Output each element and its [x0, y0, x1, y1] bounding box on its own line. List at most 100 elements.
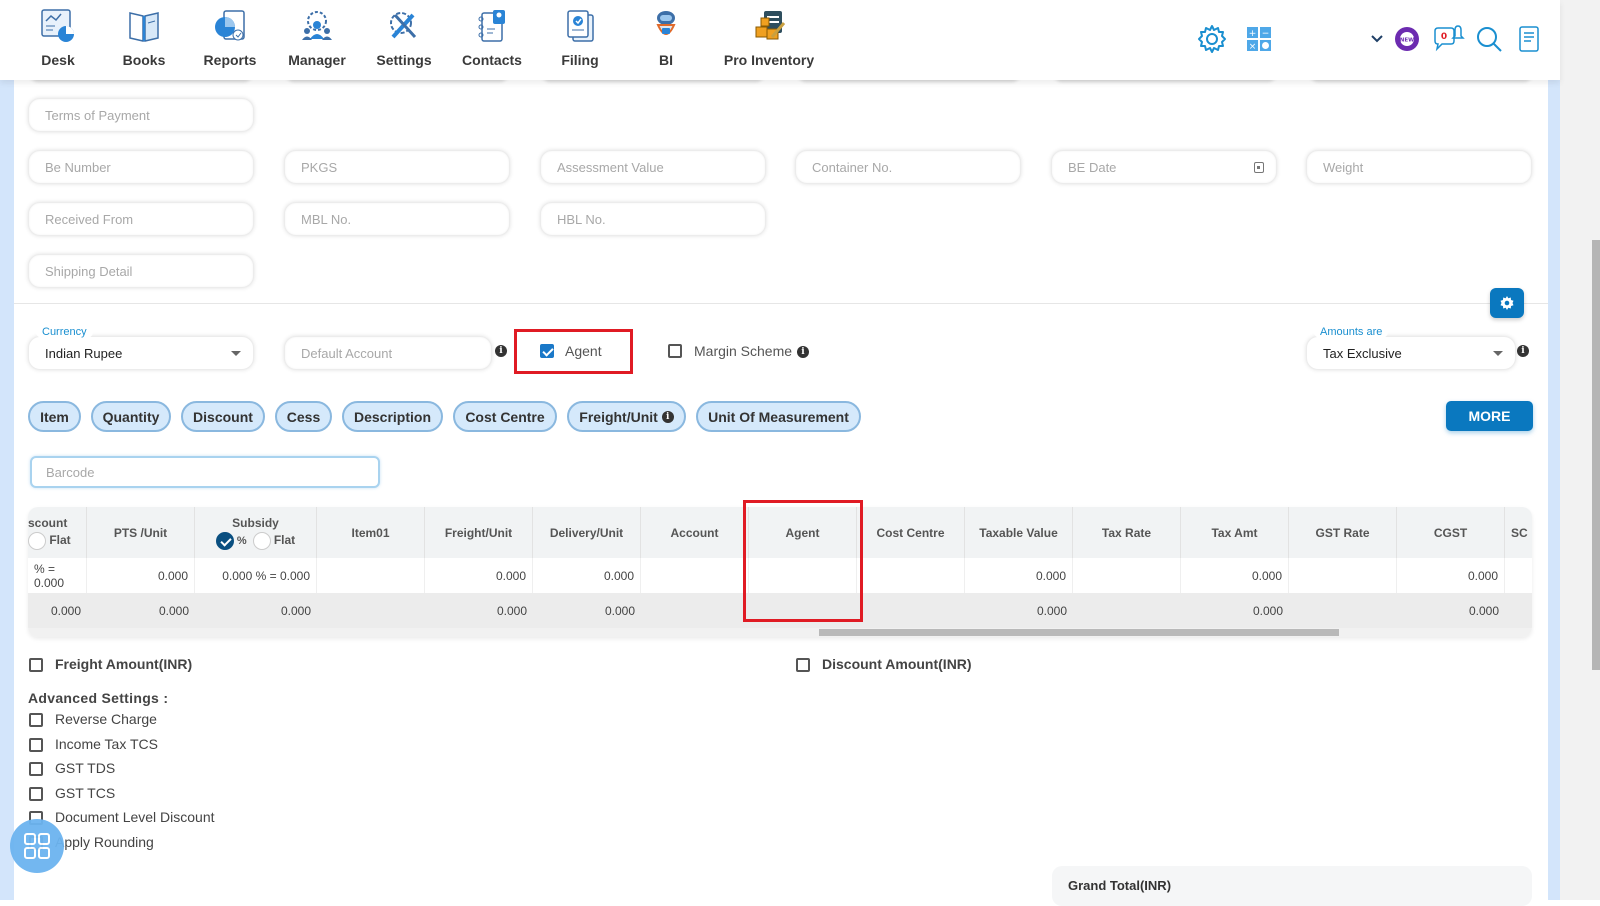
table-cell[interactable]: 0.000 % = 0.000 — [195, 558, 317, 593]
shipping-detail-field[interactable] — [28, 254, 254, 288]
info-icon[interactable]: i — [1517, 345, 1529, 357]
received-from-input[interactable] — [29, 203, 253, 235]
chip-label: Cess — [286, 408, 321, 425]
gst-tds-checkbox[interactable] — [29, 762, 43, 776]
container-no-input[interactable] — [796, 151, 1020, 183]
be-date-input[interactable] — [1052, 151, 1276, 183]
pkgs-input[interactable] — [285, 151, 509, 183]
total-cell — [1073, 593, 1181, 628]
notification-icon[interactable]: 0 — [1432, 22, 1466, 56]
table-cell[interactable]: % = 0.000 — [28, 558, 87, 593]
table-cell[interactable] — [641, 558, 749, 593]
currency-select[interactable]: Indian Rupee — [28, 336, 254, 370]
horizontal-scrollbar-track[interactable] — [28, 628, 1532, 637]
chip-quantity[interactable]: Quantity — [91, 401, 171, 432]
table-cell[interactable]: 0.000 — [87, 558, 195, 593]
nav-books-label: Books — [122, 52, 166, 68]
table-cell[interactable]: 0.000 — [533, 558, 641, 593]
hbl-no-field[interactable] — [540, 202, 766, 236]
gst-tcs-checkbox[interactable] — [29, 787, 43, 801]
table-cell-agent[interactable] — [749, 558, 857, 593]
nav-settings[interactable]: Settings — [374, 6, 434, 76]
table-cell[interactable]: 0.000 — [965, 558, 1073, 593]
info-icon[interactable]: i — [495, 345, 507, 357]
table-cell[interactable] — [1073, 558, 1181, 593]
discount-amount-checkbox[interactable] — [796, 658, 810, 672]
chip-freight-unit[interactable]: Freight/Unit i — [567, 401, 686, 432]
received-from-field[interactable] — [28, 202, 254, 236]
nav-desk[interactable]: Desk — [36, 6, 80, 76]
calculator-icon[interactable]: + − × — [1242, 22, 1276, 56]
nav-filing-label: Filing — [561, 52, 599, 68]
table-cell[interactable] — [857, 558, 965, 593]
table-cell[interactable] — [1505, 558, 1532, 593]
gear-icon[interactable] — [1195, 22, 1229, 56]
table-cell[interactable]: 0.000 — [425, 558, 533, 593]
container-no-field[interactable] — [795, 150, 1021, 184]
assessment-value-field[interactable] — [540, 150, 766, 184]
column-settings-button[interactable] — [1490, 288, 1524, 318]
terms-of-payment-field[interactable] — [28, 98, 254, 132]
weight-field[interactable] — [1306, 150, 1532, 184]
freight-amount-checkbox[interactable] — [29, 658, 43, 672]
vertical-scrollbar-thumb[interactable] — [1592, 240, 1600, 670]
search-icon[interactable] — [1472, 22, 1506, 56]
margin-scheme-label: Margin Scheme — [694, 343, 793, 359]
table-cell[interactable]: 0.000 — [1181, 558, 1289, 593]
more-button[interactable]: MORE — [1446, 401, 1533, 431]
be-number-input[interactable] — [29, 151, 253, 183]
chip-cess[interactable]: Cess — [275, 401, 332, 432]
barcode-field[interactable] — [30, 456, 380, 488]
amounts-are-select[interactable]: Tax Exclusive — [1306, 336, 1516, 370]
subsidy-percent-radio[interactable] — [215, 531, 234, 550]
chip-label: Freight/Unit — [579, 408, 658, 425]
default-account-field[interactable] — [284, 336, 492, 370]
table-total-row: 0.000 0.000 0.000 0.000 0.000 0.000 0.00… — [28, 593, 1532, 628]
terms-of-payment-input[interactable] — [29, 99, 253, 131]
info-icon[interactable]: i — [661, 410, 674, 423]
be-number-field[interactable] — [28, 150, 254, 184]
gear-icon — [1500, 296, 1514, 310]
grand-total-panel: Grand Total(INR) — [1052, 866, 1532, 906]
mbl-no-input[interactable] — [285, 203, 509, 235]
margin-scheme-checkbox[interactable] — [668, 344, 682, 358]
reverse-charge-checkbox[interactable] — [29, 713, 43, 727]
chip-cost-centre[interactable]: Cost Centre — [453, 401, 557, 432]
horizontal-scrollbar-thumb[interactable] — [819, 629, 1339, 636]
new-badge-icon[interactable]: NEW — [1390, 22, 1424, 56]
income-tax-tcs-checkbox[interactable] — [29, 738, 43, 752]
nav-pro-inventory[interactable]: Pro Inventory — [722, 6, 816, 76]
subsidy-flat-radio[interactable] — [252, 531, 271, 550]
calendar-icon[interactable] — [1254, 162, 1264, 173]
agent-checkbox[interactable] — [540, 344, 554, 358]
nav-bi[interactable]: BI — [652, 6, 680, 76]
notes-icon[interactable] — [1512, 22, 1546, 56]
default-account-input[interactable] — [285, 337, 491, 369]
chip-unit-of-measurement[interactable]: Unit Of Measurement — [696, 401, 861, 432]
hbl-no-input[interactable] — [541, 203, 765, 235]
table-header-row: scount Flat PTS /Unit Subsidy % Flat Ite… — [28, 507, 1532, 558]
table-cell[interactable] — [1289, 558, 1397, 593]
mbl-no-field[interactable] — [284, 202, 510, 236]
quick-menu-button[interactable] — [10, 819, 64, 873]
nav-reports[interactable]: Reports — [202, 6, 258, 76]
table-cell[interactable] — [317, 558, 425, 593]
nav-filing[interactable]: Filing — [558, 6, 602, 76]
be-date-field[interactable] — [1051, 150, 1277, 184]
weight-input[interactable] — [1307, 151, 1531, 183]
nav-books[interactable]: Books — [120, 6, 168, 76]
chip-item[interactable]: Item — [28, 401, 81, 432]
chip-discount[interactable]: Discount — [181, 401, 265, 432]
chevron-down-icon[interactable] — [1360, 22, 1394, 56]
nav-contacts[interactable]: Contacts — [460, 6, 524, 76]
nav-manager[interactable]: Manager — [286, 6, 348, 76]
shipping-detail-input[interactable] — [29, 255, 253, 287]
table-cell[interactable]: 0.000 — [1397, 558, 1505, 593]
pkgs-field[interactable] — [284, 150, 510, 184]
chip-description[interactable]: Description — [342, 401, 443, 432]
assessment-value-input[interactable] — [541, 151, 765, 183]
discount-flat-radio[interactable] — [28, 531, 46, 550]
barcode-input[interactable] — [32, 458, 378, 486]
caret-down-icon — [1493, 351, 1503, 356]
info-icon[interactable]: i — [797, 346, 809, 358]
